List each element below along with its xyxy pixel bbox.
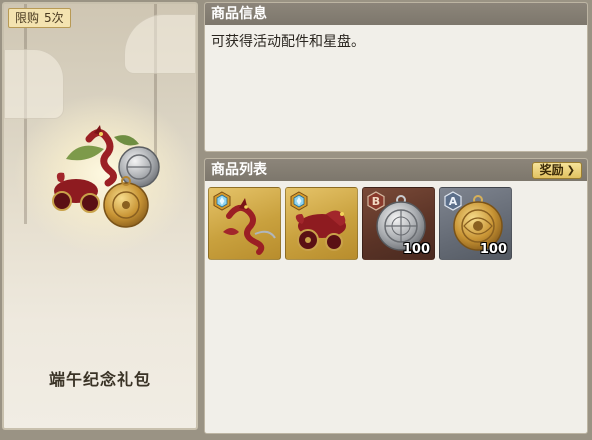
product-item[interactable]: B 100 [362, 187, 435, 260]
grade-letter: A [449, 195, 458, 208]
product-list-title: 商品列表 [211, 162, 267, 178]
product-item[interactable] [208, 187, 281, 260]
product-item-list: B 100 A 100 [208, 187, 512, 260]
product-info-header: 商品信息 [205, 3, 587, 25]
ship-sail-decoration [124, 14, 196, 74]
purchase-limit-badge: 限购 5次 [8, 8, 71, 28]
grade-b-icon: B [367, 191, 385, 211]
chevron-right-icon: ❯ [566, 165, 575, 176]
product-list-panel: 商品列表 奖励 ❯ B 100 A 100 [204, 158, 588, 434]
diamond-grade-icon [290, 191, 308, 211]
diamond-grade-icon [213, 191, 231, 211]
product-list-header: 商品列表 奖励 ❯ [205, 159, 587, 181]
reward-button-label: 奖励 [539, 163, 564, 177]
dragon-boat-gift-icon [52, 125, 160, 228]
product-item[interactable] [285, 187, 358, 260]
grade-a-icon: A [444, 191, 462, 211]
grade-letter: B [372, 195, 380, 208]
item-quantity: 100 [479, 242, 507, 257]
reward-button[interactable]: 奖励 ❯ [531, 162, 582, 179]
product-item[interactable]: A 100 [439, 187, 512, 260]
gift-pack-panel[interactable]: 限购 5次 端午纪念礼包 [2, 2, 198, 430]
purchase-limit-count: 5次 [44, 11, 64, 25]
gift-pack-title: 端午纪念礼包 [48, 370, 151, 389]
purchase-limit-label: 限购 [15, 11, 40, 25]
ship-sail-decoration [4, 49, 64, 119]
product-info-panel: 商品信息 可获得活动配件和星盘。 [204, 2, 588, 152]
product-description: 可获得活动配件和星盘。 [211, 34, 365, 50]
item-quantity: 100 [402, 242, 430, 257]
